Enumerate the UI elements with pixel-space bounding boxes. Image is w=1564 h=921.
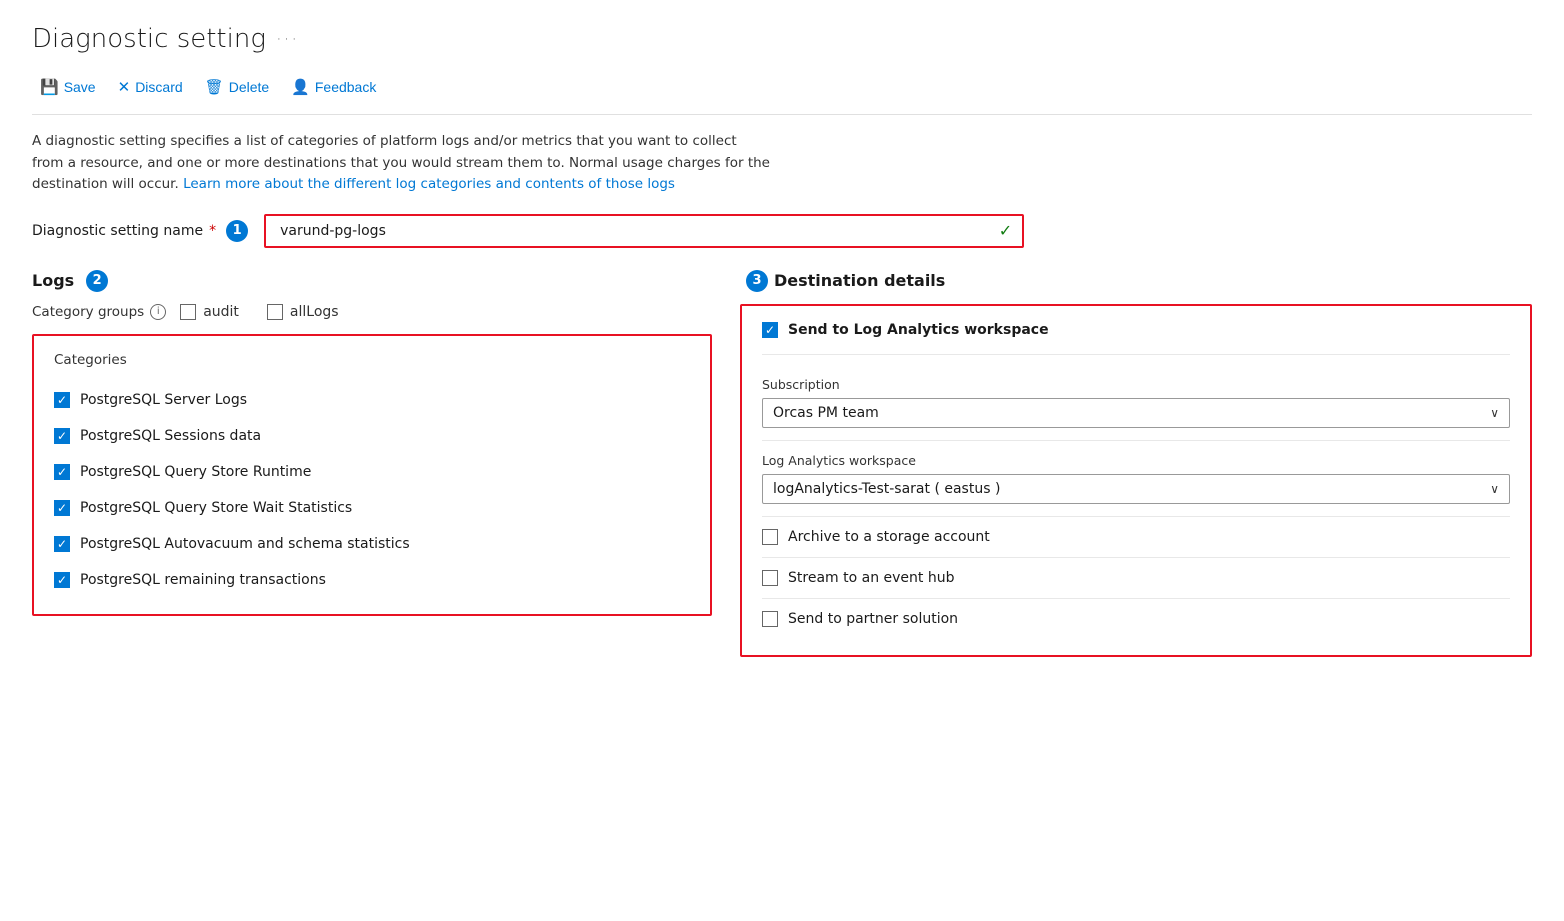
log-analytics-workspace-label: Log Analytics workspace	[762, 453, 1510, 468]
more-options-dots[interactable]: ···	[276, 29, 299, 50]
info-icon[interactable]: i	[150, 304, 166, 320]
step-3-badge: 3	[746, 270, 768, 292]
required-asterisk: *	[209, 223, 216, 239]
page-title: Diagnostic setting	[32, 24, 266, 54]
categories-box: Categories ✓ PostgreSQL Server Logs ✓ Po…	[32, 334, 712, 616]
name-label-group: Diagnostic setting name * 1	[32, 220, 248, 242]
all-logs-checkbox[interactable]	[267, 304, 283, 320]
delete-button[interactable]: 🗑 Delete	[197, 74, 278, 100]
description-text: A diagnostic setting specifies a list of…	[32, 131, 772, 196]
name-row: Diagnostic setting name * 1 ✓	[32, 214, 1532, 248]
log-analytics-workspace-dropdown[interactable]: logAnalytics-Test-sarat ( eastus ) ∨	[762, 474, 1510, 504]
list-item: ✓ PostgreSQL Query Store Runtime	[54, 454, 690, 490]
main-layout: Logs 2 Category groups i audit allLogs C…	[32, 270, 1532, 657]
discard-icon: ✕	[118, 78, 131, 96]
destination-box: ✓ Send to Log Analytics workspace Subscr…	[740, 304, 1532, 657]
partner-row: Send to partner solution	[762, 599, 1510, 639]
category-group-checkboxes: audit allLogs	[180, 304, 338, 320]
subscription-section: Subscription Orcas PM team ∨	[762, 365, 1510, 441]
postgresql-sessions-checkbox[interactable]: ✓	[54, 428, 70, 444]
archive-checkbox[interactable]	[762, 529, 778, 545]
logs-section: Logs 2 Category groups i audit allLogs C…	[32, 270, 712, 616]
partner-checkbox[interactable]	[762, 611, 778, 627]
category-groups-row: Category groups i audit allLogs	[32, 304, 712, 320]
learn-more-link[interactable]: Learn more about the different log categ…	[183, 176, 675, 192]
step-1-badge: 1	[226, 220, 248, 242]
subscription-dropdown[interactable]: Orcas PM team ∨	[762, 398, 1510, 428]
log-analytics-row: ✓ Send to Log Analytics workspace	[762, 322, 1510, 355]
postgresql-autovacuum-checkbox[interactable]: ✓	[54, 536, 70, 552]
log-analytics-workspace-arrow: ∨	[1490, 482, 1499, 496]
postgresql-remaining-checkbox[interactable]: ✓	[54, 572, 70, 588]
list-item: ✓ PostgreSQL remaining transactions	[54, 562, 690, 598]
postgresql-query-runtime-checkbox[interactable]: ✓	[54, 464, 70, 480]
step-2-badge: 2	[86, 270, 108, 292]
list-item: ✓ PostgreSQL Autovacuum and schema stati…	[54, 526, 690, 562]
subscription-label: Subscription	[762, 377, 1510, 392]
name-input-wrapper: ✓	[264, 214, 1024, 248]
postgresql-query-wait-checkbox[interactable]: ✓	[54, 500, 70, 516]
delete-icon: 🗑	[205, 78, 224, 96]
list-item: ✓ PostgreSQL Server Logs	[54, 382, 690, 418]
all-logs-checkbox-label[interactable]: allLogs	[267, 304, 339, 320]
discard-button[interactable]: ✕ Discard	[110, 74, 191, 100]
feedback-icon: 👤	[291, 78, 310, 96]
stream-checkbox[interactable]	[762, 570, 778, 586]
list-item: ✓ PostgreSQL Sessions data	[54, 418, 690, 454]
categories-label: Categories	[54, 352, 690, 368]
destination-section: 3 Destination details ✓ Send to Log Anal…	[740, 270, 1532, 657]
subscription-dropdown-arrow: ∨	[1490, 406, 1499, 420]
logs-title: Logs 2	[32, 270, 712, 292]
valid-check-icon: ✓	[999, 221, 1012, 240]
log-analytics-checkbox[interactable]: ✓	[762, 322, 778, 338]
list-item: ✓ PostgreSQL Query Store Wait Statistics	[54, 490, 690, 526]
log-analytics-workspace-section: Log Analytics workspace logAnalytics-Tes…	[762, 441, 1510, 517]
destination-title: 3 Destination details	[740, 270, 1532, 292]
feedback-button[interactable]: 👤 Feedback	[283, 74, 384, 100]
audit-checkbox-label[interactable]: audit	[180, 304, 239, 320]
save-button[interactable]: 💾 Save	[32, 74, 104, 100]
audit-checkbox[interactable]	[180, 304, 196, 320]
stream-row: Stream to an event hub	[762, 558, 1510, 599]
toolbar: 💾 Save ✕ Discard 🗑 Delete 👤 Feedback	[32, 74, 1532, 115]
diagnostic-setting-name-input[interactable]	[276, 216, 999, 246]
postgresql-server-logs-checkbox[interactable]: ✓	[54, 392, 70, 408]
save-icon: 💾	[40, 78, 59, 96]
archive-row: Archive to a storage account	[762, 517, 1510, 558]
